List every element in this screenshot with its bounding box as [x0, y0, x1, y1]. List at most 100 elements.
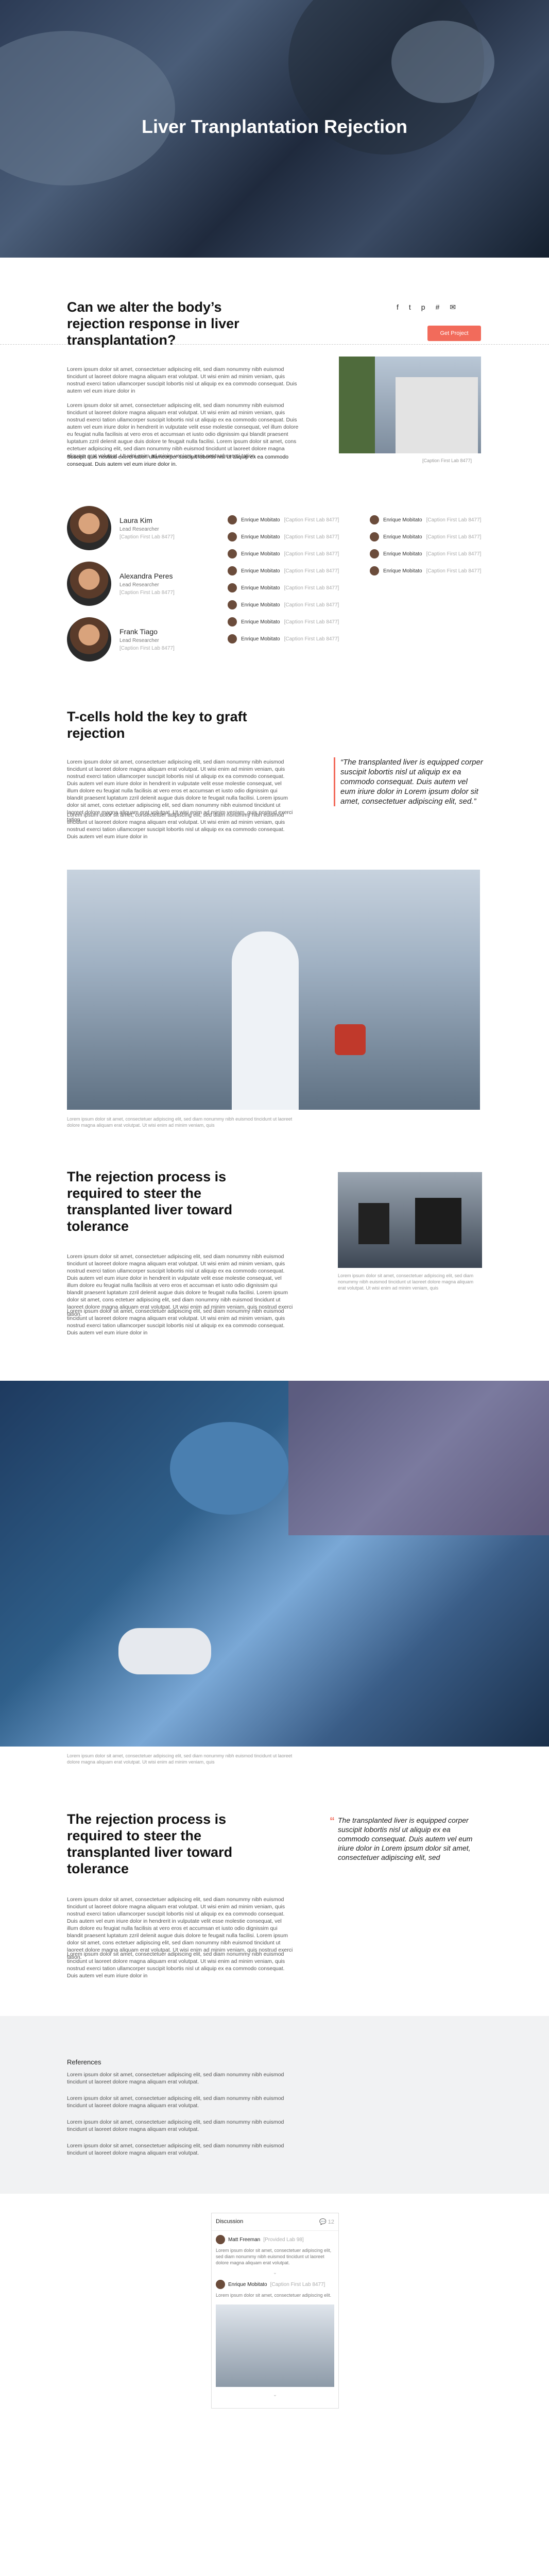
- contributor-item[interactable]: Enrique Mobitato [Caption First Lab 8477]: [228, 617, 339, 626]
- pinterest-icon[interactable]: p: [421, 303, 425, 312]
- contributor-item[interactable]: Enrique Mobitato [Caption First Lab 8477]: [228, 566, 339, 575]
- avatar: [370, 515, 379, 524]
- contributor-date: [Caption First Lab 8477]: [284, 534, 339, 540]
- hero-banner: Liver Tranplantation Rejection: [0, 0, 549, 258]
- equipment-image: [338, 1172, 482, 1268]
- equipment-shape: [358, 1203, 389, 1244]
- avatar: [228, 634, 237, 643]
- author-card[interactable]: Frank Tiago Lead Researcher [Caption Fir…: [67, 617, 175, 662]
- email-icon[interactable]: ✉: [450, 303, 456, 312]
- avatar: [216, 2235, 225, 2244]
- contributor-date: [Caption First Lab 8477]: [426, 534, 482, 540]
- discussion-message[interactable]: Matt Freeman [Provided Lab 98] Lorem ipsu…: [212, 2231, 338, 2270]
- rejection-paragraph-2: Lorem ipsum dolor sit amet, consectetuer…: [67, 1951, 285, 1979]
- contributor-item[interactable]: Enrique Mobitato [Caption First Lab 8477]: [370, 532, 481, 541]
- message-date: [Caption First Lab 8477]: [270, 2281, 325, 2287]
- reference-item: Lorem ipsum dolor sit amet, consectetuer…: [67, 2072, 284, 2085]
- discussion-message[interactable]: Enrique Mobitato [Caption First Lab 8477]…: [212, 2276, 338, 2302]
- author-card[interactable]: Laura Kim Lead Researcher [Caption First…: [67, 506, 175, 550]
- contributor-item[interactable]: Enrique Mobitato [Caption First Lab 8477]: [228, 600, 339, 609]
- discussion-image: [216, 2304, 334, 2387]
- contributor-item[interactable]: Enrique Mobitato [Caption First Lab 8477]: [228, 515, 339, 524]
- avatar: [67, 562, 111, 606]
- comment-count: 12: [328, 2219, 334, 2225]
- contributor-name: Enrique Mobitato: [241, 534, 280, 540]
- contributor-date: [Caption First Lab 8477]: [284, 585, 339, 591]
- contributor-item[interactable]: Enrique Mobitato [Caption First Lab 8477]: [370, 515, 481, 524]
- intro-paragraph-2: Lorem ipsum dolor sit amet, consectetuer…: [67, 402, 299, 459]
- contributor-item[interactable]: Enrique Mobitato [Caption First Lab 8477]: [228, 583, 339, 592]
- contributor-item[interactable]: Enrique Mobitato [Caption First Lab 8477]: [228, 549, 339, 558]
- contributor-name: Enrique Mobitato: [383, 534, 422, 540]
- contributor-name: Enrique Mobitato: [241, 585, 280, 591]
- hero-bg-shape: [0, 31, 175, 185]
- gloves-shape: [118, 1628, 211, 1674]
- hero-title: Liver Tranplantation Rejection: [141, 116, 408, 137]
- tcells-paragraph-2: Lorem ipsum dolor sit amet, consectetuer…: [67, 812, 285, 840]
- building-image: [339, 357, 481, 453]
- discussion-panel: Discussion 💬 12 Matt Freeman [Provided La…: [211, 2213, 339, 2409]
- facebook-icon[interactable]: f: [397, 303, 399, 312]
- scientist-shape: [232, 931, 299, 1110]
- avatar: [370, 549, 379, 558]
- surgeon-cap-shape: [170, 1422, 288, 1515]
- link-icon[interactable]: #: [436, 303, 440, 312]
- author-date: [Caption First Lab 8477]: [119, 590, 175, 596]
- discussion-header: Discussion 💬 12: [212, 2213, 338, 2231]
- references-list: Lorem ipsum dolor sit amet, consectetuer…: [67, 2071, 299, 2166]
- avatar: [67, 617, 111, 662]
- lab-image: [67, 870, 480, 1110]
- contributor-name: Enrique Mobitato: [241, 517, 280, 523]
- intro-heading: Can we alter the body’s rejection respon…: [67, 299, 239, 348]
- contributor-item[interactable]: Enrique Mobitato [Caption First Lab 8477]: [228, 532, 339, 541]
- contributors-list: Enrique Mobitato [Caption First Lab 8477]…: [370, 515, 481, 575]
- avatar: [228, 549, 237, 558]
- intro-paragraph-3: Suscipit quis nostrud exerci tation ulla…: [67, 454, 289, 467]
- tree-shape: [339, 357, 375, 453]
- contributor-date: [Caption First Lab 8477]: [426, 517, 482, 523]
- twitter-icon[interactable]: t: [409, 303, 411, 312]
- discussion-count: 💬 12: [319, 2219, 334, 2225]
- rejection-heading: The rejection process is required to ste…: [67, 1169, 233, 1234]
- avatar: [370, 532, 379, 541]
- share-icons: f t p # ✉: [397, 303, 456, 312]
- author-role: Lead Researcher: [119, 638, 159, 643]
- avatar: [228, 532, 237, 541]
- contributor-name: Enrique Mobitato: [241, 636, 280, 642]
- contributor-name: Enrique Mobitato: [383, 568, 422, 574]
- contributors-list: Enrique Mobitato [Caption First Lab 8477]…: [228, 515, 339, 643]
- avatar: [67, 506, 111, 550]
- avatar: [228, 515, 237, 524]
- reference-item: Lorem ipsum dolor sit amet, consectetuer…: [67, 2095, 284, 2109]
- chevron-down-icon[interactable]: ⌄: [212, 2392, 338, 2398]
- rejection-heading: The rejection process is required to ste…: [67, 1811, 233, 1876]
- author-role: Lead Researcher: [119, 582, 159, 588]
- author-date: [Caption First Lab 8477]: [119, 534, 175, 540]
- hero-bg-shape: [391, 21, 494, 103]
- avatar: [228, 600, 237, 609]
- contributor-item[interactable]: Enrique Mobitato [Caption First Lab 8477]: [370, 549, 481, 558]
- contributor-item[interactable]: Enrique Mobitato [Caption First Lab 8477]: [370, 566, 481, 575]
- contributor-date: [Caption First Lab 8477]: [426, 551, 482, 557]
- get-project-button[interactable]: Get Project: [427, 326, 481, 341]
- author-card[interactable]: Alexandra Peres Lead Researcher [Caption…: [67, 562, 175, 606]
- avatar: [370, 566, 379, 575]
- surgeon-shape: [288, 1381, 549, 1535]
- author-name: Alexandra Peres: [119, 572, 173, 580]
- tcells-heading: T-cells hold the key to graft rejection: [67, 709, 247, 741]
- avatar: [228, 583, 237, 592]
- surgery-image: [0, 1381, 549, 1747]
- rejection-paragraph-2: Lorem ipsum dolor sit amet, consectetuer…: [67, 1308, 285, 1336]
- contributor-name: Enrique Mobitato: [241, 551, 280, 557]
- chevron-down-icon[interactable]: ⌄: [212, 2270, 338, 2276]
- references-heading: References: [67, 2058, 101, 2066]
- contributor-date: [Caption First Lab 8477]: [284, 517, 339, 523]
- rejection-quote: “ The transplanted liver is equipped cor…: [330, 1816, 484, 1862]
- author-name: Laura Kim: [119, 516, 152, 524]
- intro-paragraph-1: Lorem ipsum dolor sit amet, consectetuer…: [67, 366, 297, 394]
- contributor-name: Enrique Mobitato: [383, 551, 422, 557]
- contributor-name: Enrique Mobitato: [241, 602, 280, 608]
- equipment-shape: [415, 1198, 461, 1244]
- contributor-item[interactable]: Enrique Mobitato [Caption First Lab 8477]: [228, 634, 339, 643]
- message-user: Enrique Mobitato: [228, 2281, 267, 2287]
